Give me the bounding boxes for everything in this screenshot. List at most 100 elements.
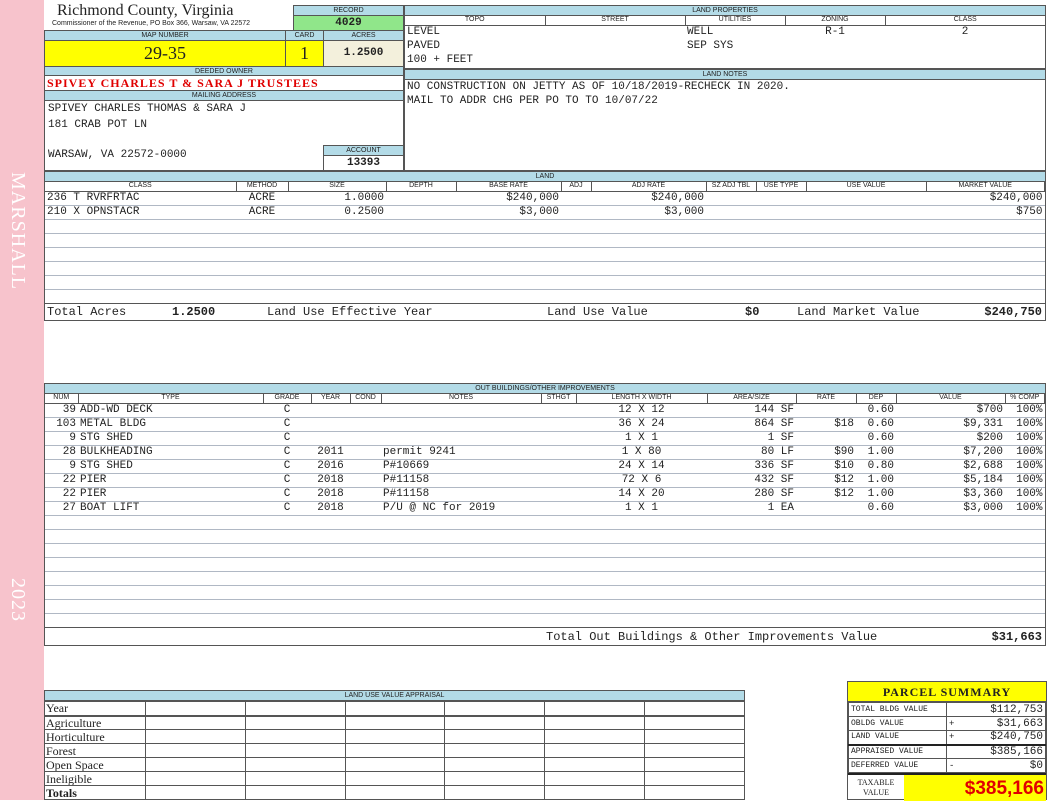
acres-value: 1.2500 xyxy=(323,40,404,67)
outbuilding-cell xyxy=(350,613,381,628)
land-col-header: BASE RATE xyxy=(456,182,562,192)
land-use-cell xyxy=(544,785,646,800)
land-use-cell xyxy=(544,701,646,716)
outbuilding-cell xyxy=(263,571,311,586)
outbuilding-cell xyxy=(263,585,311,600)
outbuilding-cell: 12 X 12 xyxy=(576,403,707,418)
outbuilding-cell: 1.00 xyxy=(856,445,896,460)
outbuildings-col-header: GRADE xyxy=(263,394,312,404)
land-cell xyxy=(706,289,756,304)
outbuilding-cell: $18 xyxy=(796,417,856,432)
outbuilding-cell xyxy=(263,529,311,544)
outbuilding-cell: P#11158 xyxy=(381,487,541,502)
summary-operator: - xyxy=(946,758,959,773)
outbuilding-cell xyxy=(263,515,311,530)
land-cell: 210 X OPNSTACR xyxy=(45,205,236,220)
outbuilding-cell xyxy=(311,515,350,530)
outbuilding-row xyxy=(45,515,1045,530)
outbuilding-cell xyxy=(381,599,541,614)
outbuilding-cell: 22 xyxy=(45,487,78,502)
outbuilding-cell: 1 SF xyxy=(707,431,796,446)
outbuilding-cell: 432 SF xyxy=(707,473,796,488)
land-market-value-label: Land Market Value xyxy=(797,305,920,319)
land-cell xyxy=(288,247,386,262)
land-cell xyxy=(236,233,288,248)
outbuildings-col-header: VALUE xyxy=(896,394,1006,404)
land-col-header: USE VALUE xyxy=(806,182,927,192)
outbuilding-cell xyxy=(796,501,856,516)
land-use-value: $0 xyxy=(745,305,760,319)
outbuilding-cell xyxy=(896,599,1005,614)
outbuilding-cell xyxy=(856,515,896,530)
outbuildings-col-header: NUM xyxy=(45,394,79,404)
land-cell xyxy=(806,205,926,220)
outbuilding-cell xyxy=(1005,585,1045,600)
outbuilding-cell xyxy=(381,613,541,628)
col-zoning: ZONING xyxy=(785,16,886,26)
land-row xyxy=(45,233,1045,248)
outbuilding-cell xyxy=(541,431,576,446)
outbuilding-cell: 100% xyxy=(1005,501,1045,516)
outbuilding-row: 28 BULKHEADING C 2011 permit 9241 1 X 80 80 LF… xyxy=(45,445,1045,460)
land-use-cell xyxy=(344,771,446,786)
outbuildings-col-header: DEP xyxy=(856,394,897,404)
outbuildings-col-header: NOTES xyxy=(381,394,542,404)
outbuilding-cell xyxy=(350,515,381,530)
outbuilding-cell: 0.80 xyxy=(856,459,896,474)
land-use-cell xyxy=(244,715,346,730)
outbuilding-cell: 24 X 14 xyxy=(576,459,707,474)
outbuilding-cell xyxy=(541,515,576,530)
outbuilding-cell xyxy=(1005,543,1045,558)
land-use-row-label: Year xyxy=(44,701,146,716)
land-cell xyxy=(561,261,591,276)
card-value: 1 xyxy=(285,40,324,67)
outbuilding-cell xyxy=(796,585,856,600)
outbuilding-row xyxy=(45,613,1045,628)
outbuilding-cell: $12 xyxy=(796,473,856,488)
outbuilding-cell xyxy=(381,543,541,558)
land-cell xyxy=(591,219,706,234)
land-cell xyxy=(561,205,591,220)
outbuilding-cell xyxy=(350,445,381,460)
outbuilding-cell xyxy=(856,557,896,572)
outbuilding-cell xyxy=(350,417,381,432)
land-note-2: MAIL TO ADDR CHG PER PO TO TO 10/07/22 xyxy=(407,95,658,107)
outbuilding-cell xyxy=(541,585,576,600)
land-cell xyxy=(561,233,591,248)
land-cell xyxy=(386,233,456,248)
outbuilding-cell xyxy=(381,431,541,446)
land-use-cell xyxy=(244,729,346,744)
outbuilding-cell: 280 SF xyxy=(707,487,796,502)
land-use-cell xyxy=(644,771,745,786)
land-use-row: Ineligible xyxy=(44,771,745,786)
col-utilities: UTILITIES xyxy=(685,16,786,26)
land-use-cell xyxy=(444,785,546,800)
land-header-row: CLASS METHOD SIZE DEPTH BASE RATE ADJ ADJ RATE… xyxy=(45,182,1045,192)
land-use-cell xyxy=(644,785,745,800)
land-cell xyxy=(456,261,561,276)
land-use-cell xyxy=(444,757,546,772)
col-street: STREET xyxy=(545,16,686,26)
land-use-cell xyxy=(244,785,346,800)
outbuilding-cell xyxy=(796,613,856,628)
land-totals: Total Acres 1.2500 Land Use Effective Ye… xyxy=(45,303,1045,321)
outbuilding-cell: BOAT LIFT xyxy=(78,501,263,516)
class-value: 2 xyxy=(961,25,969,38)
land-use-cell xyxy=(145,701,246,716)
land-use-cell xyxy=(145,715,246,730)
outbuilding-cell: 864 SF xyxy=(707,417,796,432)
land-use-cell xyxy=(145,729,246,744)
outbuilding-cell: 100% xyxy=(1005,445,1045,460)
outbuilding-cell: STG SHED xyxy=(78,459,263,474)
land-cell xyxy=(926,247,1045,262)
land-cell xyxy=(806,219,926,234)
outbuildings-col-header: LENGTH X WIDTH xyxy=(576,394,708,404)
outbuilding-cell xyxy=(78,543,263,558)
land-cell xyxy=(236,219,288,234)
outbuilding-cell: C xyxy=(263,417,311,432)
land-col-header: DEPTH xyxy=(386,182,457,192)
land-cell xyxy=(806,247,926,262)
outbuilding-cell xyxy=(576,585,707,600)
land-use-cell xyxy=(145,785,246,800)
outbuilding-cell xyxy=(541,459,576,474)
